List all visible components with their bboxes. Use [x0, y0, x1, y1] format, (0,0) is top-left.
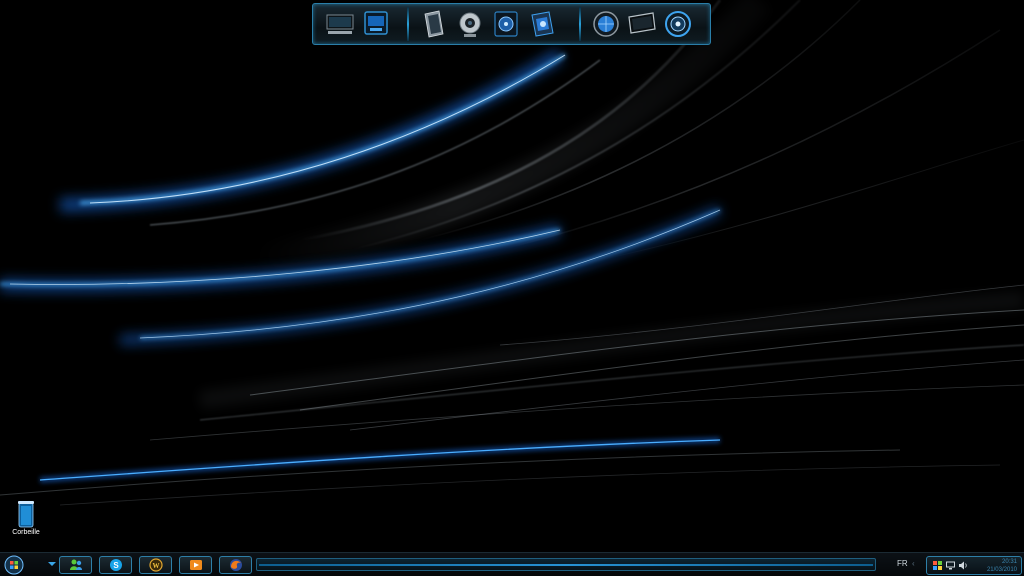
clock[interactable]: 20:31 21/03/2010 — [987, 558, 1017, 574]
messenger-icon — [69, 559, 82, 570]
show-hidden-icons-button[interactable]: ‹ — [912, 559, 922, 569]
documents-icon[interactable] — [419, 9, 449, 39]
windows-orb-icon — [4, 555, 24, 575]
chevron-down-icon[interactable] — [48, 562, 56, 566]
desktop-icon-recycle-bin[interactable]: Corbeille — [8, 500, 44, 536]
language-indicator[interactable]: FR — [897, 559, 908, 568]
dock-separator — [407, 7, 409, 41]
dock-group-system — [321, 7, 395, 41]
task-area-glow — [259, 564, 873, 566]
wallpaper — [0, 0, 1024, 576]
start-button[interactable] — [3, 555, 25, 575]
taskbar: S W FR ‹ 20:31 21/03/2010 — [0, 552, 1024, 576]
clock-date: 21/03/2010 — [986, 567, 1017, 573]
dock-group-apps — [587, 7, 697, 41]
network-display-icon[interactable] — [361, 9, 391, 39]
taskbar-pinned-skype[interactable]: S — [99, 556, 132, 574]
monitor-icon[interactable] — [627, 9, 657, 39]
top-dock — [312, 3, 711, 45]
svg-text:S: S — [113, 561, 119, 570]
taskbar-pinned-messenger[interactable] — [59, 556, 92, 574]
settings-dial-icon[interactable] — [663, 9, 693, 39]
webcam-icon[interactable] — [455, 9, 485, 39]
world-of-warcraft-icon: W — [148, 558, 163, 572]
music-folder-icon[interactable] — [491, 9, 521, 39]
desktop-icon-label: Corbeille — [12, 529, 40, 536]
firefox-icon — [229, 559, 242, 571]
flag-icon[interactable] — [933, 561, 942, 570]
taskbar-pinned-world-of-warcraft[interactable]: W — [139, 556, 172, 574]
globe-icon[interactable] — [591, 9, 621, 39]
taskbar-pinned-media-player[interactable] — [179, 556, 212, 574]
network-icon[interactable] — [946, 561, 955, 570]
computer-icon[interactable] — [325, 9, 355, 39]
taskbar-pinned-firefox[interactable] — [219, 556, 252, 574]
desktop[interactable]: Corbeille S W FR ‹ 20:31 21/03/2010 — [0, 0, 1024, 576]
clock-time: 20:31 — [1001, 559, 1017, 565]
recycle-bin-icon — [18, 501, 34, 528]
svg-text:W: W — [152, 562, 159, 570]
dock-group-folders — [415, 7, 561, 41]
taskbar-task-area[interactable] — [256, 558, 876, 571]
media-player-icon — [189, 560, 202, 570]
games-folder-icon[interactable] — [527, 9, 557, 39]
dock-separator — [579, 7, 581, 41]
skype-icon: S — [109, 559, 122, 571]
system-tray: 20:31 21/03/2010 — [926, 556, 1022, 575]
volume-icon[interactable] — [959, 561, 968, 570]
